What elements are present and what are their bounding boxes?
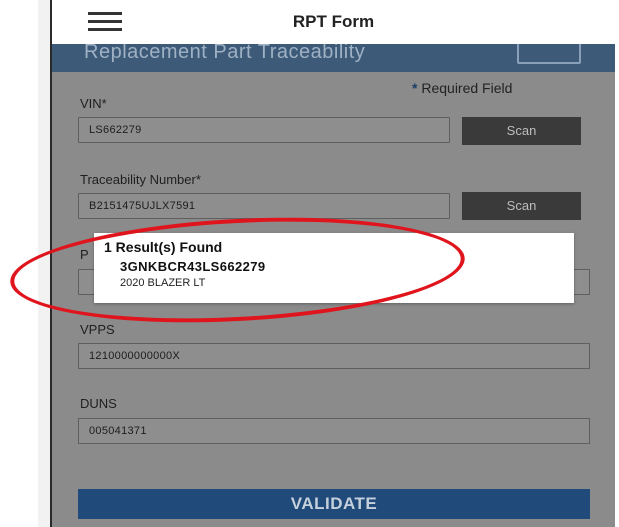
required-marker: * [412, 80, 418, 96]
vpps-field[interactable]: 1210000000000X [78, 343, 590, 369]
result-item[interactable]: 3GNKBCR43LS662279 2020 BLAZER LT [120, 259, 266, 289]
duns-label: DUNS [80, 396, 117, 411]
form-banner: Replacement Part Traceability [52, 44, 615, 72]
app-header: RPT Form [52, 0, 615, 44]
part-label: P [80, 247, 89, 262]
required-field-note: * Required Field [412, 80, 512, 96]
validate-button[interactable]: VALIDATE [78, 489, 590, 519]
page-title: RPT Form [292, 12, 375, 31]
traceability-scan-button[interactable]: Scan [462, 192, 581, 220]
vin-field[interactable]: LS662279 [78, 117, 450, 143]
search-results-popup: 1 Result(s) Found 3GNKBCR43LS662279 2020… [94, 233, 574, 303]
traceability-label: Traceability Number* [80, 172, 201, 187]
vin-scan-button[interactable]: Scan [462, 117, 581, 145]
duns-field[interactable]: 005041371 [78, 418, 590, 444]
traceability-field[interactable]: B2151475UJLX7591 [78, 193, 450, 219]
vin-label: VIN* [80, 96, 107, 111]
result-model: 2020 BLAZER LT [120, 277, 206, 289]
results-count-title: 1 Result(s) Found [104, 239, 223, 255]
banner-title: Replacement Part Traceability [84, 44, 366, 63]
result-vin: 3GNKBCR43LS662279 [120, 259, 266, 274]
banner-button[interactable] [517, 44, 581, 64]
required-note-text: Required Field [421, 80, 513, 96]
vpps-label: VPPS [80, 322, 115, 337]
